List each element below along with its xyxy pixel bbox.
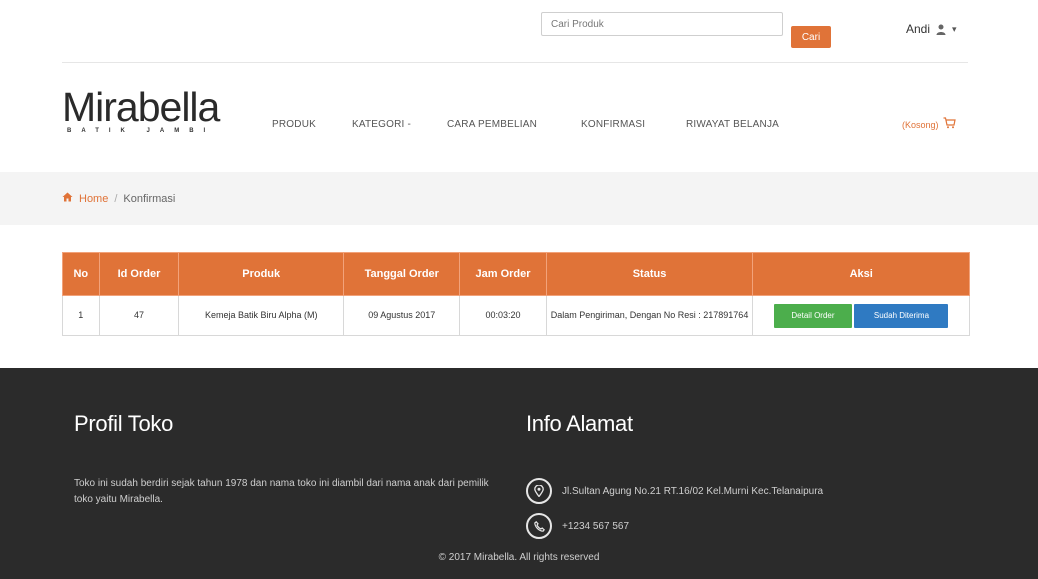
breadcrumb: Home / Konfirmasi <box>62 192 175 205</box>
footer-phone-row: +1234 567 567 <box>526 513 629 539</box>
nav-item-kategori[interactable]: KATEGORI - <box>352 119 411 130</box>
breadcrumb-current: Konfirmasi <box>123 192 176 205</box>
col-header-no: No <box>62 252 100 296</box>
footer-alamat-title: Info Alamat <box>526 411 633 436</box>
nav-item-produk[interactable]: PRODUK <box>272 119 316 130</box>
table-header-row: No Id Order Produk Tanggal Order Jam Ord… <box>62 252 970 296</box>
search-input[interactable] <box>541 12 783 36</box>
nav-item-cara-pembelian[interactable]: CARA PEMBELIAN <box>447 119 537 130</box>
caret-down-icon: ▾ <box>952 23 957 34</box>
divider <box>62 62 968 63</box>
breadcrumb-bar: Home / Konfirmasi <box>0 172 1038 225</box>
map-marker-icon <box>526 478 552 504</box>
cart-link[interactable]: (Kosong) <box>902 116 956 134</box>
cell-aksi: Detail Order Sudah Diterima <box>752 295 970 336</box>
home-icon[interactable] <box>62 192 73 205</box>
nav-item-konfirmasi[interactable]: KONFIRMASI <box>581 119 645 130</box>
footer: Profil Toko Toko ini sudah berdiri sejak… <box>0 368 1038 579</box>
breadcrumb-home[interactable]: Home <box>79 193 108 205</box>
cart-icon <box>943 116 956 134</box>
footer-profil-title: Profil Toko <box>74 411 174 436</box>
phone-icon <box>526 513 552 539</box>
copyright: © 2017 Mirabella. All rights reserved <box>438 552 600 563</box>
col-header-jam-order: Jam Order <box>459 252 547 296</box>
user-icon <box>936 24 946 35</box>
col-header-id-order: Id Order <box>98 252 180 296</box>
cell-id-order: 47 <box>98 295 180 336</box>
user-menu[interactable]: Andi ▾ <box>906 20 957 38</box>
user-name: Andi <box>906 22 931 36</box>
footer-address-row: Jl.Sultan Agung No.21 RT.16/02 Kel.Murni… <box>526 478 823 504</box>
breadcrumb-separator: / <box>114 192 118 205</box>
col-header-status: Status <box>545 252 754 296</box>
cell-produk: Kemeja Batik Biru Alpha (M) <box>178 295 345 336</box>
col-header-tanggal-order: Tanggal Order <box>343 252 461 296</box>
top-bar: Cari Andi ▾ <box>0 0 1038 60</box>
cell-tanggal: 09 Agustus 2017 <box>343 295 461 336</box>
col-header-produk: Produk <box>178 252 345 296</box>
detail-order-button[interactable]: Detail Order <box>773 303 852 328</box>
logo[interactable]: Mirabella BATIK JAMBI <box>62 86 242 148</box>
footer-profil-text: Toko ini sudah berdiri sejak tahun 1978 … <box>74 478 489 505</box>
col-header-aksi: Aksi <box>752 252 970 296</box>
footer-address: Jl.Sultan Agung No.21 RT.16/02 Kel.Murni… <box>562 485 824 497</box>
cart-label: (Kosong) <box>902 120 939 130</box>
cell-no: 1 <box>62 295 100 336</box>
table-row: 1 47 Kemeja Batik Biru Alpha (M) 09 Agus… <box>62 295 970 336</box>
nav-item-riwayat-belanja[interactable]: RIWAYAT BELANJA <box>686 119 779 130</box>
logo-text: Mirabella <box>62 84 220 130</box>
footer-phone: +1234 567 567 <box>562 520 630 532</box>
search-button[interactable]: Cari <box>791 26 831 48</box>
cell-jam: 00:03:20 <box>459 295 547 336</box>
cell-status: Dalam Pengiriman, Dengan No Resi : 21789… <box>545 295 754 336</box>
sudah-diterima-button[interactable]: Sudah Diterima <box>854 303 949 328</box>
order-table: No Id Order Produk Tanggal Order Jam Ord… <box>62 252 970 336</box>
